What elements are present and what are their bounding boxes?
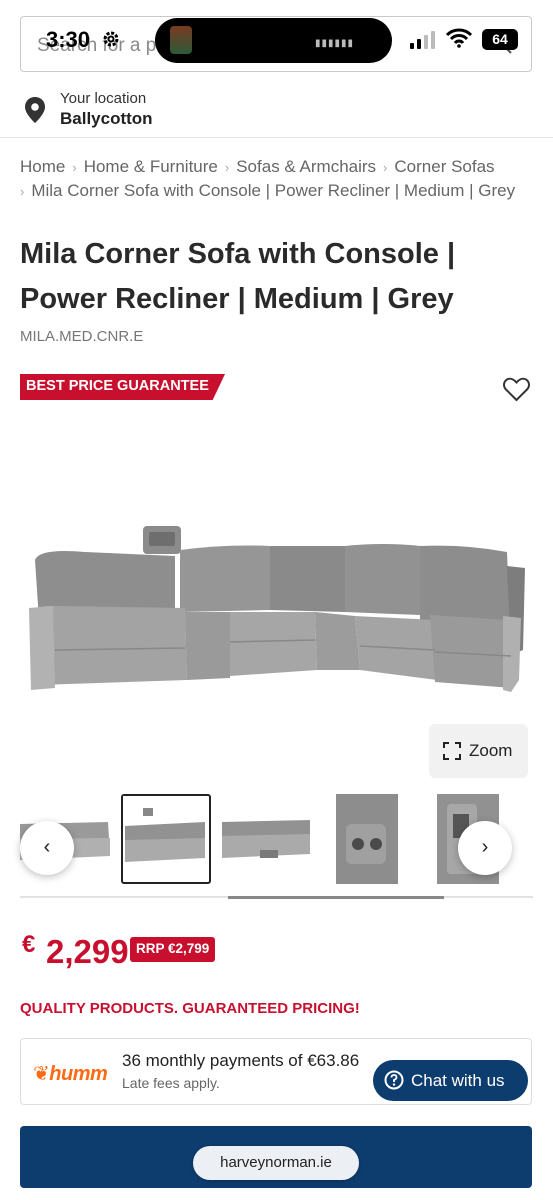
zoom-button[interactable]: Zoom [429,724,528,778]
product-title-line-2: Power Recliner | Medium | Grey [20,283,454,315]
chat-button[interactable]: Chat with us [373,1060,528,1101]
product-page: Search for a p 3:30 ▮▮▮▮▮▮ 64 Your locat… [0,0,553,1200]
breadcrumb-home-furniture[interactable]: Home & Furniture [84,157,218,176]
breadcrumb-separator: › [72,160,77,175]
battery-level: 64 [482,29,518,50]
best-price-badge: BEST PRICE GUARANTEE [20,374,225,400]
now-playing-artwork [170,26,192,54]
humm-logo-text: humm [49,1063,108,1085]
breadcrumb-corner-sofas[interactable]: Corner Sofas [394,157,494,176]
breadcrumb-separator: › [224,160,230,175]
settings-gear-icon [101,29,121,54]
thumbnail-4[interactable] [336,794,398,884]
status-time: 3:30 [46,27,91,52]
wifi-icon [445,28,473,53]
battery-indicator: 64 [482,29,518,50]
guarantee-text: QUALITY PRODUCTS. GUARANTEED PRICING! [20,1000,360,1017]
carousel-prev-button[interactable]: ‹ [20,821,74,875]
breadcrumb: Home › Home & Furniture › Sofas & Armchairs ›… [20,155,540,203]
chevron-right-icon: › [481,836,489,858]
browser-url-bar[interactable]: harveynorman.ie [193,1146,359,1180]
audio-waveform-icon: ▮▮▮▮▮▮ [314,38,354,49]
location-selector[interactable]: Your location Ballycotton [0,80,553,138]
zoom-icon [443,742,461,765]
breadcrumb-sofas-armchairs[interactable]: Sofas & Armchairs [236,157,376,176]
breadcrumb-home[interactable]: Home [20,157,65,176]
product-title: Mila Corner Sofa with Console | Power Re… [20,232,530,322]
carousel-next-button[interactable]: › [458,821,512,875]
product-sku: MILA.MED.CNR.E [20,328,144,345]
rrp-badge: RRP €2,799 [130,937,216,962]
zoom-label: Zoom [469,741,513,760]
humm-fee-note: Late fees apply. [122,1075,220,1091]
breadcrumb-separator: › [20,184,25,199]
location-label: Your location [60,90,147,107]
dynamic-island: ▮▮▮▮▮▮ [155,18,392,63]
breadcrumb-separator: › [383,160,388,175]
carousel-scroll-thumb[interactable] [228,896,444,899]
breadcrumb-current: Mila Corner Sofa with Console | Power Re… [31,181,516,200]
humm-payment-text: 36 monthly payments of €63.86 [122,1051,360,1070]
signal-icon [410,30,438,55]
heart-icon[interactable] [503,377,530,407]
thumbnail-3[interactable] [220,794,312,884]
location-pin-icon [24,96,46,129]
thumbnail-carousel[interactable] [20,794,533,886]
thumbnail-2-selected[interactable] [121,794,211,884]
chevron-left-icon: ‹ [43,836,51,858]
price-currency: € [22,931,36,958]
product-title-line-1: Mila Corner Sofa with Console | [20,238,456,270]
humm-logo: ❦humm [33,1063,108,1085]
chat-label: Chat with us [411,1071,505,1090]
help-circle-icon [384,1070,404,1095]
location-value: Ballycotton [60,109,153,128]
product-image[interactable] [25,520,530,700]
price-value: 2,299 [46,933,129,970]
